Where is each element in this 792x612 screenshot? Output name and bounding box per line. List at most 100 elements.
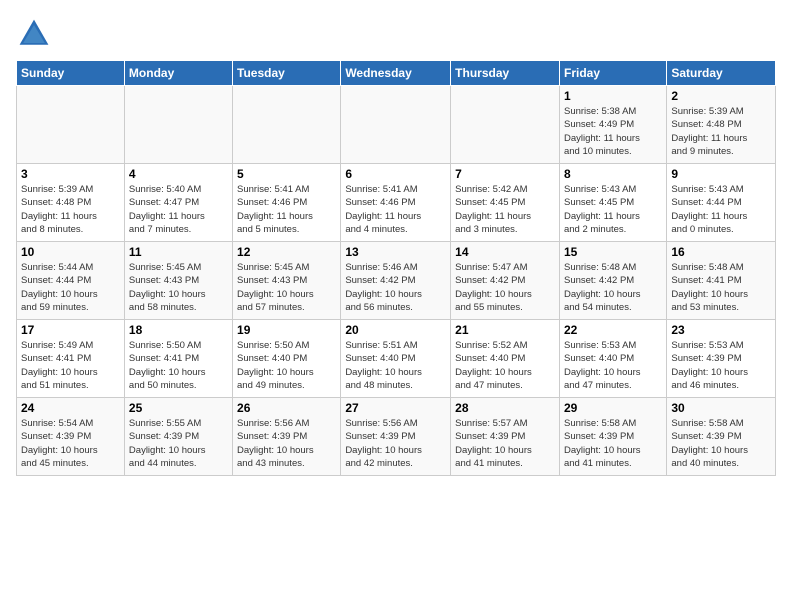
day-info: Sunrise: 5:51 AM Sunset: 4:40 PM Dayligh… — [345, 339, 446, 392]
day-info: Sunrise: 5:38 AM Sunset: 4:49 PM Dayligh… — [564, 105, 662, 158]
day-info: Sunrise: 5:45 AM Sunset: 4:43 PM Dayligh… — [237, 261, 336, 314]
day-number: 10 — [21, 245, 120, 259]
day-info: Sunrise: 5:46 AM Sunset: 4:42 PM Dayligh… — [345, 261, 446, 314]
day-info: Sunrise: 5:53 AM Sunset: 4:39 PM Dayligh… — [671, 339, 771, 392]
calendar-cell: 15 Sunrise: 5:48 AM Sunset: 4:42 PM Dayli… — [559, 242, 666, 320]
day-number: 6 — [345, 167, 446, 181]
day-number: 13 — [345, 245, 446, 259]
day-info: Sunrise: 5:50 AM Sunset: 4:40 PM Dayligh… — [237, 339, 336, 392]
calendar-cell: 28Sunrise: 5:57 AM Sunset: 4:39 PM Dayli… — [451, 398, 560, 476]
day-number: 8 — [564, 167, 662, 181]
calendar-cell: 18 Sunrise: 5:50 AM Sunset: 4:41 PM Dayli… — [124, 320, 232, 398]
calendar-week-row: 24 Sunrise: 5:54 AM Sunset: 4:39 PM Dayli… — [17, 398, 776, 476]
calendar-cell: 16 Sunrise: 5:48 AM Sunset: 4:41 PM Dayli… — [667, 242, 776, 320]
day-info: Sunrise: 5:39 AM Sunset: 4:48 PM Dayligh… — [671, 105, 771, 158]
calendar-cell: 13 Sunrise: 5:46 AM Sunset: 4:42 PM Dayli… — [341, 242, 451, 320]
day-number: 3 — [21, 167, 120, 181]
day-info: Sunrise: 5:54 AM Sunset: 4:39 PM Dayligh… — [21, 417, 120, 470]
calendar-cell: 12 Sunrise: 5:45 AM Sunset: 4:43 PM Dayli… — [233, 242, 341, 320]
day-info: Sunrise: 5:58 AM Sunset: 4:39 PM Dayligh… — [671, 417, 771, 470]
calendar-cell: 27Sunrise: 5:56 AM Sunset: 4:39 PM Dayli… — [341, 398, 451, 476]
day-number: 2 — [671, 89, 771, 103]
day-number: 19 — [237, 323, 336, 337]
day-number: 17 — [21, 323, 120, 337]
day-info: Sunrise: 5:48 AM Sunset: 4:41 PM Dayligh… — [671, 261, 771, 314]
day-info: Sunrise: 5:47 AM Sunset: 4:42 PM Dayligh… — [455, 261, 555, 314]
weekday-header: Tuesday — [233, 61, 341, 86]
calendar-cell: 9 Sunrise: 5:43 AM Sunset: 4:44 PM Daylig… — [667, 164, 776, 242]
day-info: Sunrise: 5:57 AM Sunset: 4:39 PM Dayligh… — [455, 417, 555, 470]
day-info: Sunrise: 5:55 AM Sunset: 4:39 PM Dayligh… — [129, 417, 228, 470]
weekday-header: Thursday — [451, 61, 560, 86]
day-info: Sunrise: 5:53 AM Sunset: 4:40 PM Dayligh… — [564, 339, 662, 392]
calendar-cell: 20 Sunrise: 5:51 AM Sunset: 4:40 PM Dayli… — [341, 320, 451, 398]
day-info: Sunrise: 5:49 AM Sunset: 4:41 PM Dayligh… — [21, 339, 120, 392]
calendar-cell: 14 Sunrise: 5:47 AM Sunset: 4:42 PM Dayli… — [451, 242, 560, 320]
calendar-cell: 8 Sunrise: 5:43 AM Sunset: 4:45 PM Daylig… — [559, 164, 666, 242]
calendar-cell: 24 Sunrise: 5:54 AM Sunset: 4:39 PM Dayli… — [17, 398, 125, 476]
weekday-header: Friday — [559, 61, 666, 86]
calendar-header-row: SundayMondayTuesdayWednesdayThursdayFrid… — [17, 61, 776, 86]
calendar-table: SundayMondayTuesdayWednesdayThursdayFrid… — [16, 60, 776, 476]
day-info: Sunrise: 5:50 AM Sunset: 4:41 PM Dayligh… — [129, 339, 228, 392]
day-info: Sunrise: 5:40 AM Sunset: 4:47 PM Dayligh… — [129, 183, 228, 236]
calendar-cell: 5Sunrise: 5:41 AM Sunset: 4:46 PM Daylig… — [233, 164, 341, 242]
day-info: Sunrise: 5:39 AM Sunset: 4:48 PM Dayligh… — [21, 183, 120, 236]
calendar-cell — [17, 86, 125, 164]
calendar-cell — [124, 86, 232, 164]
day-number: 24 — [21, 401, 120, 415]
day-number: 20 — [345, 323, 446, 337]
day-info: Sunrise: 5:43 AM Sunset: 4:45 PM Dayligh… — [564, 183, 662, 236]
calendar-cell: 4 Sunrise: 5:40 AM Sunset: 4:47 PM Daylig… — [124, 164, 232, 242]
day-number: 7 — [455, 167, 555, 181]
calendar-week-row: 3 Sunrise: 5:39 AM Sunset: 4:48 PM Daylig… — [17, 164, 776, 242]
day-number: 9 — [671, 167, 771, 181]
day-info: Sunrise: 5:43 AM Sunset: 4:44 PM Dayligh… — [671, 183, 771, 236]
day-info: Sunrise: 5:58 AM Sunset: 4:39 PM Dayligh… — [564, 417, 662, 470]
calendar-cell: 11Sunrise: 5:45 AM Sunset: 4:43 PM Dayli… — [124, 242, 232, 320]
day-number: 23 — [671, 323, 771, 337]
weekday-header: Sunday — [17, 61, 125, 86]
calendar-cell: 23 Sunrise: 5:53 AM Sunset: 4:39 PM Dayli… — [667, 320, 776, 398]
calendar-cell — [341, 86, 451, 164]
calendar-cell: 17 Sunrise: 5:49 AM Sunset: 4:41 PM Dayli… — [17, 320, 125, 398]
day-info: Sunrise: 5:41 AM Sunset: 4:46 PM Dayligh… — [237, 183, 336, 236]
calendar-week-row: 17 Sunrise: 5:49 AM Sunset: 4:41 PM Dayli… — [17, 320, 776, 398]
calendar-cell: 29 Sunrise: 5:58 AM Sunset: 4:39 PM Dayli… — [559, 398, 666, 476]
calendar-cell — [233, 86, 341, 164]
calendar-cell: 26 Sunrise: 5:56 AM Sunset: 4:39 PM Dayli… — [233, 398, 341, 476]
day-number: 4 — [129, 167, 228, 181]
logo-icon — [16, 16, 52, 52]
day-number: 16 — [671, 245, 771, 259]
day-number: 26 — [237, 401, 336, 415]
day-number: 21 — [455, 323, 555, 337]
day-number: 29 — [564, 401, 662, 415]
page-header — [16, 16, 776, 52]
calendar-cell: 21 Sunrise: 5:52 AM Sunset: 4:40 PM Dayli… — [451, 320, 560, 398]
day-info: Sunrise: 5:56 AM Sunset: 4:39 PM Dayligh… — [345, 417, 446, 470]
calendar-week-row: 1 Sunrise: 5:38 AM Sunset: 4:49 PM Daylig… — [17, 86, 776, 164]
day-info: Sunrise: 5:56 AM Sunset: 4:39 PM Dayligh… — [237, 417, 336, 470]
weekday-header: Monday — [124, 61, 232, 86]
day-number: 18 — [129, 323, 228, 337]
logo — [16, 16, 56, 52]
calendar-cell: 1 Sunrise: 5:38 AM Sunset: 4:49 PM Daylig… — [559, 86, 666, 164]
calendar-cell: 25Sunrise: 5:55 AM Sunset: 4:39 PM Dayli… — [124, 398, 232, 476]
day-number: 14 — [455, 245, 555, 259]
weekday-header: Wednesday — [341, 61, 451, 86]
calendar-cell: 2 Sunrise: 5:39 AM Sunset: 4:48 PM Daylig… — [667, 86, 776, 164]
calendar-cell: 10Sunrise: 5:44 AM Sunset: 4:44 PM Dayli… — [17, 242, 125, 320]
weekday-header: Saturday — [667, 61, 776, 86]
day-number: 12 — [237, 245, 336, 259]
day-number: 30 — [671, 401, 771, 415]
calendar-cell: 19 Sunrise: 5:50 AM Sunset: 4:40 PM Dayli… — [233, 320, 341, 398]
day-number: 15 — [564, 245, 662, 259]
day-number: 22 — [564, 323, 662, 337]
day-info: Sunrise: 5:48 AM Sunset: 4:42 PM Dayligh… — [564, 261, 662, 314]
day-info: Sunrise: 5:52 AM Sunset: 4:40 PM Dayligh… — [455, 339, 555, 392]
day-info: Sunrise: 5:42 AM Sunset: 4:45 PM Dayligh… — [455, 183, 555, 236]
day-number: 11 — [129, 245, 228, 259]
day-number: 1 — [564, 89, 662, 103]
calendar-cell: 30 Sunrise: 5:58 AM Sunset: 4:39 PM Dayli… — [667, 398, 776, 476]
calendar-week-row: 10Sunrise: 5:44 AM Sunset: 4:44 PM Dayli… — [17, 242, 776, 320]
